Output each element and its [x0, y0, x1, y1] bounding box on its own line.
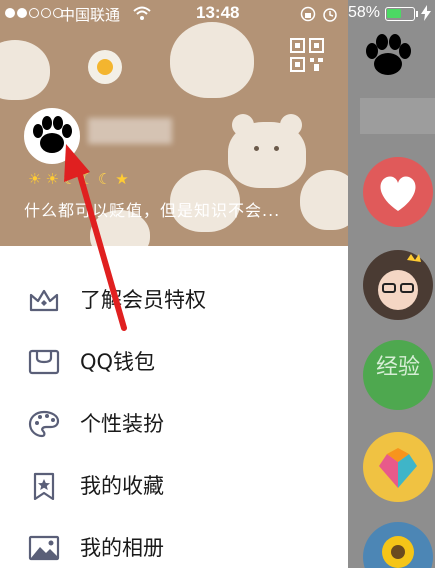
battery-tip	[416, 11, 418, 17]
signal-strength-icon	[5, 8, 63, 18]
sunflower-icon	[382, 536, 414, 568]
jingyan-avatar[interactable]: 经验	[363, 340, 433, 410]
bookmark-star-icon	[33, 472, 55, 500]
menu-item-label: 了解会员特权	[80, 288, 206, 312]
photo-album-icon	[28, 535, 60, 561]
menu-item-favorites[interactable]: 我的收藏	[0, 454, 348, 516]
battery-icon	[385, 7, 415, 21]
qq-level-badges[interactable]: ☀ ☀ ☾ ☾ ☾ ★	[28, 170, 129, 188]
sun-level-icon: ☀	[28, 170, 42, 188]
menu-item-label: 我的相册	[80, 536, 164, 560]
paw-logo-icon[interactable]	[362, 34, 414, 78]
sun-level-icon: ☀	[45, 170, 59, 188]
crown-icon	[29, 289, 59, 312]
bear-decoration	[228, 114, 306, 188]
bun-decoration	[170, 22, 254, 98]
girl-avatar[interactable]	[363, 250, 433, 320]
rotation-lock-icon	[300, 6, 316, 22]
status-bar: 中国联通 13:48 58%	[0, 0, 435, 28]
battery-percentage: 58%	[348, 4, 381, 21]
svg-text:经验: 经验	[376, 355, 420, 380]
carrier-name: 中国联通	[60, 6, 121, 24]
jingyan-icon: 经验	[376, 355, 420, 380]
menu-item-photo-album[interactable]: 我的相册	[0, 516, 348, 568]
status-time: 13:48	[196, 3, 240, 22]
colorful-heart-icon	[379, 448, 417, 488]
bun-decoration	[0, 40, 50, 100]
paw-avatar-icon	[33, 116, 72, 153]
colorful-heart-avatar[interactable]	[363, 432, 433, 502]
wifi-icon	[133, 6, 151, 20]
blurred-nickname[interactable]	[88, 118, 172, 144]
moon-level-icon: ☾	[97, 170, 112, 188]
menu-item-qq-wallet[interactable]: QQ钱包	[0, 330, 348, 392]
heart-avatar[interactable]	[363, 157, 433, 227]
drawer-menu: 了解会员特权 QQ钱包 个性装扮 我的收藏 我的相册	[0, 246, 348, 568]
wallet-icon	[28, 349, 60, 375]
profile-avatar[interactable]	[24, 108, 80, 164]
moon-level-icon: ☾	[80, 170, 94, 188]
menu-item-vip-privileges[interactable]: 了解会员特权	[0, 268, 348, 330]
menu-item-label: 个性装扮	[80, 412, 164, 436]
qr-code-icon[interactable]	[290, 38, 324, 72]
star-level-icon: ★	[115, 170, 129, 188]
moon-level-icon: ☾	[62, 170, 77, 188]
sunflower-avatar[interactable]	[363, 522, 433, 568]
battery-level-fill	[387, 9, 401, 18]
menu-item-personalization[interactable]: 个性装扮	[0, 392, 348, 454]
personal-signature[interactable]: 什么都可以贬值，但是知识不会...	[24, 197, 280, 221]
search-bar-partial[interactable]	[360, 98, 435, 134]
palette-icon	[28, 410, 60, 438]
egg-decoration	[88, 50, 122, 84]
profile-header: ☀ ☀ ☾ ☾ ☾ ★ 什么都可以贬值，但是知识不会...	[0, 0, 348, 246]
charging-bolt-icon	[421, 5, 431, 21]
bun-decoration	[300, 170, 348, 230]
menu-item-label: 我的收藏	[80, 474, 164, 498]
alarm-icon	[323, 8, 337, 22]
menu-item-label: QQ钱包	[80, 350, 156, 374]
heart-icon	[380, 176, 416, 211]
cartoon-girl-icon	[378, 254, 421, 310]
